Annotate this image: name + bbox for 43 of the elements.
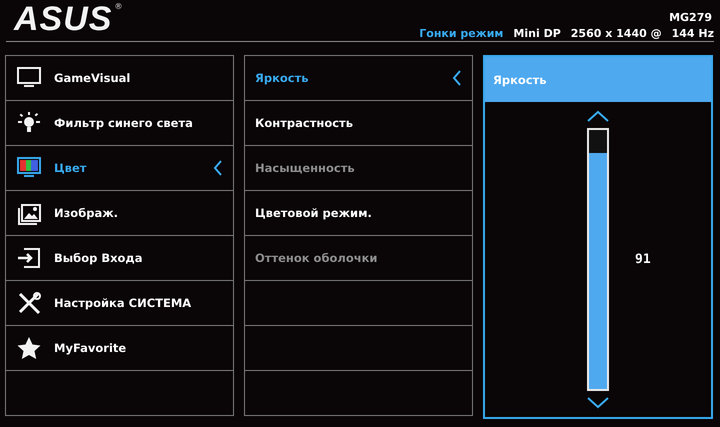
menu-label: Изображ. (54, 206, 120, 220)
submenu-item[interactable]: Цветовой режим. (244, 191, 473, 236)
main-menu-item[interactable]: Настройка СИСТЕМА (5, 281, 234, 326)
input-arrow-icon (16, 246, 42, 270)
main-menu-item[interactable]: Фильтр синего света (5, 101, 234, 146)
game-mode: Гонки режим (419, 27, 504, 40)
refresh-rate: 144 Hz (672, 27, 714, 40)
model-name: MG279 (669, 11, 712, 24)
panel-title: Яркость (485, 57, 711, 102)
star-icon (16, 336, 42, 360)
menu-label: MyFavorite (54, 341, 128, 355)
submenu-label: Цветовой режим. (255, 206, 373, 220)
resolution: 2560 x 1440 @ (570, 27, 662, 40)
input-source: Mini DP (513, 27, 561, 40)
image-icon (16, 201, 42, 225)
slider-value: 91 (634, 252, 651, 267)
main-menu-item[interactable]: GameVisual (5, 55, 234, 101)
submenu-label: Контрастность (255, 116, 354, 130)
brand-logo: ASUS (14, 2, 112, 36)
menu-label: Цвет (54, 161, 88, 175)
slider-track[interactable] (587, 128, 609, 391)
color-monitor-icon (16, 156, 42, 180)
chevron-down-icon[interactable] (587, 397, 609, 409)
menu-label: Выбор Входа (54, 251, 144, 265)
chevron-left-icon (452, 70, 462, 86)
tools-icon (16, 291, 42, 315)
monitor-icon (16, 66, 42, 90)
submenu-item[interactable]: Яркость (244, 55, 473, 101)
chevron-up-icon[interactable] (587, 110, 609, 122)
main-menu-item[interactable]: Цвет (5, 146, 234, 191)
submenu-label: Насыщенность (255, 161, 356, 175)
menu-label: GameVisual (54, 71, 132, 85)
light-bulb-icon (16, 111, 42, 135)
chevron-left-icon (213, 160, 223, 176)
submenu-item[interactable]: Контрастность (244, 101, 473, 146)
main-menu-item[interactable]: Выбор Входа (5, 236, 234, 281)
submenu-label: Яркость (255, 71, 310, 85)
main-menu-item[interactable]: Изображ. (5, 191, 234, 236)
main-menu-item[interactable]: MyFavorite (5, 326, 234, 371)
menu-label: Настройка СИСТЕМА (54, 296, 192, 310)
registered-mark: ® (114, 2, 122, 11)
submenu-label: Оттенок оболочки (255, 251, 378, 265)
menu-label: Фильтр синего света (54, 116, 194, 130)
